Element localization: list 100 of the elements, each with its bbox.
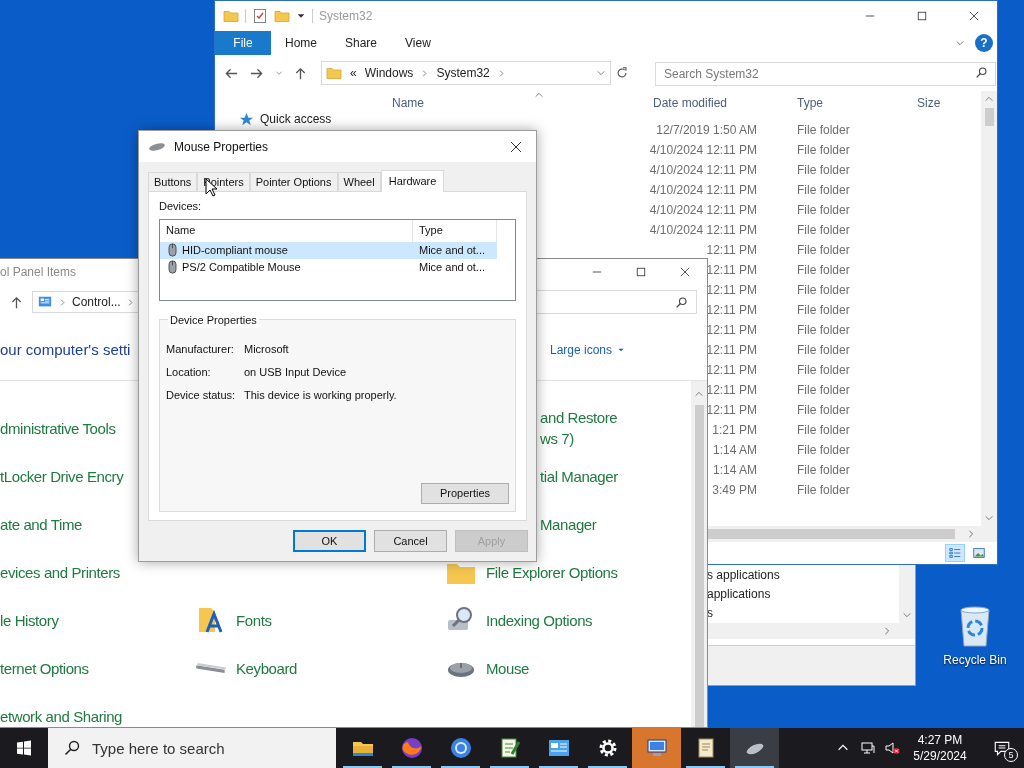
dialog-button[interactable]: Cancel xyxy=(374,530,447,552)
control-panel-item[interactable]: Manager xyxy=(540,513,632,535)
control-panel-icon xyxy=(37,295,53,309)
tab[interactable]: Hardware xyxy=(380,170,445,192)
device-list[interactable]: Name Type HID-compliant mouse Mice and ot... PS/2 Compatible Mouse Mice and ot... xyxy=(159,218,516,301)
properties-button[interactable]: Properties xyxy=(421,483,509,504)
date-cell-text: 12:11 PM xyxy=(706,342,757,359)
file-menu-button[interactable]: File xyxy=(215,31,271,55)
clock-time[interactable]: 4:27 PM xyxy=(917,732,963,748)
network-icon[interactable] xyxy=(860,740,876,756)
ribbon-tab[interactable]: Share xyxy=(331,31,392,55)
date-cell-text: 1:14 AM xyxy=(712,442,757,459)
tab[interactable]: Wheel xyxy=(337,172,381,191)
type-cell: File folder xyxy=(797,243,850,257)
view-by-dropdown[interactable]: Large icons xyxy=(550,340,626,359)
tab[interactable]: Buttons xyxy=(148,172,198,191)
ribbon-tab[interactable]: Home xyxy=(271,31,331,55)
column-header[interactable]: Type xyxy=(797,96,823,110)
field-value: This device is working properly. xyxy=(244,387,397,403)
type-cell: File folder xyxy=(797,223,850,237)
large-icons-view-icon xyxy=(972,546,986,560)
control-panel-item[interactable]: and Restore ws 7) xyxy=(540,407,632,449)
breadcrumb-item[interactable]: Windows xyxy=(364,64,414,82)
type-cell: File folder xyxy=(797,463,850,477)
address-bar[interactable]: « Windows System32 xyxy=(321,61,611,85)
date-cell-text: 4/10/2024 12:11 PM xyxy=(649,162,757,179)
clock-date[interactable]: 5/29/2024 xyxy=(913,748,967,764)
chevron-right-icon xyxy=(967,529,975,539)
date-cell-text: 12:11 PM xyxy=(706,382,757,399)
control-panel-item[interactable]: tLocker Drive Encry xyxy=(0,465,124,487)
control-panel-item[interactable]: etwork and Sharing xyxy=(0,705,123,727)
browser-icon xyxy=(448,736,473,760)
notification-icon xyxy=(993,739,1011,757)
control-panel-item[interactable]: evices and Printers xyxy=(0,561,120,583)
close-icon xyxy=(969,11,979,21)
mouse-icon xyxy=(168,260,177,274)
column-header[interactable]: Name xyxy=(392,94,424,112)
control-panel-item[interactable]: ate and Time xyxy=(0,513,82,535)
column-header[interactable]: Size xyxy=(917,96,941,110)
help-button[interactable]: ? xyxy=(975,34,993,52)
volume-muted-icon[interactable] xyxy=(884,740,900,756)
column-header[interactable]: Type xyxy=(419,222,443,239)
window-title: System32 xyxy=(319,8,373,25)
tab[interactable]: Pointer Options xyxy=(249,172,338,191)
breadcrumb-item[interactable]: Control... xyxy=(72,293,121,311)
control-panel-item[interactable]: Mouse xyxy=(486,657,530,679)
control-panel-item[interactable]: tial Manager xyxy=(540,465,632,487)
up-arrow-icon[interactable] xyxy=(9,294,24,310)
control-panel-item[interactable]: File Explorer Options xyxy=(486,561,618,583)
date-cell-text: 12:11 PM xyxy=(706,242,757,259)
dialog-title: Mouse Properties xyxy=(174,138,269,156)
type-cell: File folder xyxy=(797,403,850,417)
column-header[interactable]: Name xyxy=(166,222,196,239)
type-cell: File folder xyxy=(797,123,850,137)
column-header[interactable]: Date modified xyxy=(653,96,728,110)
desktop-icon-label[interactable]: Recycle Bin xyxy=(943,651,1007,669)
star-icon xyxy=(239,111,254,127)
search-field[interactable]: Type here to search xyxy=(48,728,336,768)
type-cell: File folder xyxy=(797,263,850,277)
field-label: Manufacturer: xyxy=(166,342,234,355)
device-row[interactable]: PS/2 Compatible Mouse Mice and ot... xyxy=(160,258,497,276)
section-label: Devices: xyxy=(159,199,202,214)
date-cell-text: 12:11 PM xyxy=(706,262,757,279)
field-label: Location: xyxy=(166,365,211,378)
date-cell-text: 3:49 PM xyxy=(712,482,757,499)
close-icon xyxy=(510,140,522,153)
chevron-up-icon xyxy=(694,389,704,399)
folder-icon xyxy=(326,65,342,81)
list-item[interactable]: s applications xyxy=(707,565,780,584)
search-field[interactable]: Search System32 xyxy=(655,62,996,86)
notifications-button[interactable]: 5 xyxy=(980,728,1024,768)
control-panel-item[interactable]: ternet Options xyxy=(0,657,89,679)
control-panel-item[interactable]: dministrative Tools xyxy=(0,417,116,439)
mouse-icon xyxy=(148,140,166,153)
search-icon xyxy=(675,295,688,309)
ribbon-tab[interactable]: View xyxy=(391,31,445,55)
type-cell: File folder xyxy=(797,443,850,457)
taskbar-button[interactable] xyxy=(730,728,779,768)
list-item[interactable]: applications xyxy=(707,584,771,603)
device-row[interactable]: HID-compliant mouse Mice and ot... xyxy=(160,241,497,259)
checkmark-document-icon[interactable] xyxy=(252,8,268,24)
view-button[interactable] xyxy=(945,544,965,562)
breadcrumb-overflow[interactable]: « xyxy=(350,64,357,82)
control-panel-item[interactable]: Indexing Options xyxy=(486,609,593,631)
search-icon xyxy=(975,66,988,79)
windows-logo-icon xyxy=(16,740,32,756)
chevron-up-icon xyxy=(984,94,994,104)
chevron-right-icon xyxy=(883,626,891,636)
date-cell-text: 4/10/2024 12:11 PM xyxy=(649,202,757,219)
field-value: Microsoft xyxy=(244,341,289,357)
control-panel-item[interactable]: le History xyxy=(0,609,59,631)
refresh-icon xyxy=(615,66,629,80)
control-panel-item[interactable]: Fonts xyxy=(236,609,272,631)
page-heading: our computer's setti xyxy=(0,340,131,358)
control-panel-item[interactable]: Keyboard xyxy=(236,657,297,679)
breadcrumb-item[interactable]: System32 xyxy=(436,64,490,82)
list-item[interactable]: s xyxy=(707,603,713,622)
dialog-button[interactable]: OK xyxy=(293,530,366,552)
type-cell: File folder xyxy=(797,203,850,217)
nav-item[interactable]: Quick access xyxy=(260,110,332,128)
